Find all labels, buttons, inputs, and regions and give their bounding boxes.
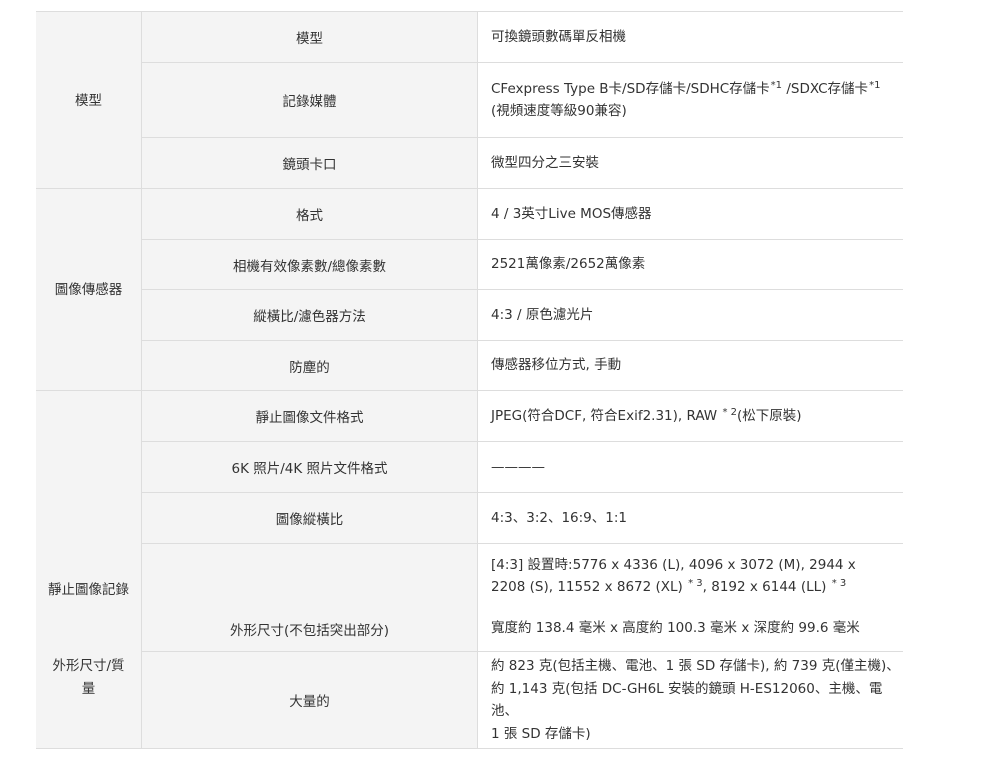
- spec-row-pixels: 相機有效像素數/總像素數 2521萬像素/2652萬像素: [142, 239, 903, 289]
- row-value: CFexpress Type B卡/SD存儲卡/SDHC存儲卡*1 /SDXC存…: [491, 79, 881, 119]
- category-still-recording: 靜止圖像記錄 外形尺寸/質 量: [36, 390, 142, 749]
- row-value: 約 823 克(包括主機、電池、1 張 SD 存儲卡), 約 739 克(僅主機…: [491, 658, 900, 742]
- row-label: 靜止圖像文件格式: [142, 391, 478, 441]
- row-label: 記錄媒體: [142, 63, 478, 137]
- spec-row-media: 記錄媒體 CFexpress Type B卡/SD存儲卡/SDHC存儲卡*1 /…: [142, 62, 903, 137]
- row-label: 縱橫比/濾色器方法: [142, 290, 478, 340]
- spec-row-weight: 大量的 約 823 克(包括主機、電池、1 張 SD 存儲卡), 約 739 克…: [142, 651, 903, 749]
- row-value: 2521萬像素/2652萬像素: [491, 256, 646, 273]
- spec-row-aspect-filter: 縱橫比/濾色器方法 4:3 / 原色濾光片: [142, 289, 903, 340]
- category-label: 靜止圖像記錄: [48, 582, 129, 598]
- row-label: 防塵的: [142, 341, 478, 390]
- row-label: 相機有效像素數/總像素數: [142, 240, 478, 289]
- category-label: 圖像傳感器: [54, 282, 123, 298]
- row-label: [142, 544, 478, 608]
- category-model: 模型: [36, 11, 142, 188]
- category-label: 量: [81, 681, 96, 697]
- row-label: 鏡頭卡口: [142, 138, 478, 188]
- row-value: 可換鏡頭數碼單反相機: [491, 28, 626, 45]
- spec-row-format: 格式 4 / 3英寸Live MOS傳感器: [142, 188, 903, 239]
- spec-row-dimensions: 外形尺寸(不包括突出部分) 寬度約 138.4 毫米 x 高度約 100.3 毫…: [142, 608, 903, 651]
- category-sensor: 圖像傳感器: [36, 188, 142, 390]
- row-value: 4:3 / 原色濾光片: [491, 306, 594, 323]
- category-label: 模型: [75, 93, 102, 109]
- row-label: 圖像縱橫比: [142, 493, 478, 543]
- row-value: ————: [491, 458, 545, 475]
- category-label: 外形尺寸/質: [52, 658, 125, 674]
- row-label: 模型: [142, 12, 478, 62]
- spec-row-image-aspect: 圖像縱橫比 4:3、3:2、16:9、1:1: [142, 492, 903, 543]
- row-value: 4 / 3英寸Live MOS傳感器: [491, 205, 652, 222]
- spec-row-mount: 鏡頭卡口 微型四分之三安裝: [142, 137, 903, 188]
- spec-row-still-format: 靜止圖像文件格式 JPEG(符合DCF, 符合Exif2.31), RAW * …: [142, 390, 903, 441]
- row-label: 大量的: [142, 652, 478, 748]
- spec-row-image-size: [4:3] 設置時:5776 x 4336 (L), 4096 x 3072 (…: [142, 543, 903, 608]
- row-label: 外形尺寸(不包括突出部分): [142, 608, 478, 651]
- spec-row-model-type: 模型 可換鏡頭數碼單反相機: [142, 11, 903, 62]
- row-value: [4:3] 設置時:5776 x 4336 (L), 4096 x 3072 (…: [491, 556, 856, 596]
- spec-row-dust: 防塵的 傳感器移位方式, 手動: [142, 340, 903, 390]
- row-label: 6K 照片/4K 照片文件格式: [142, 442, 478, 492]
- row-value: 傳感器移位方式, 手動: [491, 357, 622, 374]
- row-value: 微型四分之三安裝: [491, 154, 599, 171]
- row-value: 4:3、3:2、16:9、1:1: [491, 509, 627, 526]
- spec-row-photo-format: 6K 照片/4K 照片文件格式 ————: [142, 441, 903, 492]
- row-label: 格式: [142, 189, 478, 239]
- spec-table: 模型 圖像傳感器 靜止圖像記錄 外形尺寸/質 量 模型 可換鏡頭數碼單反相機 記…: [36, 11, 903, 749]
- row-value: JPEG(符合DCF, 符合Exif2.31), RAW * 2(松下原裝): [491, 406, 802, 424]
- row-value: 寬度約 138.4 毫米 x 高度約 100.3 毫米 x 深度約 99.6 毫…: [491, 620, 860, 636]
